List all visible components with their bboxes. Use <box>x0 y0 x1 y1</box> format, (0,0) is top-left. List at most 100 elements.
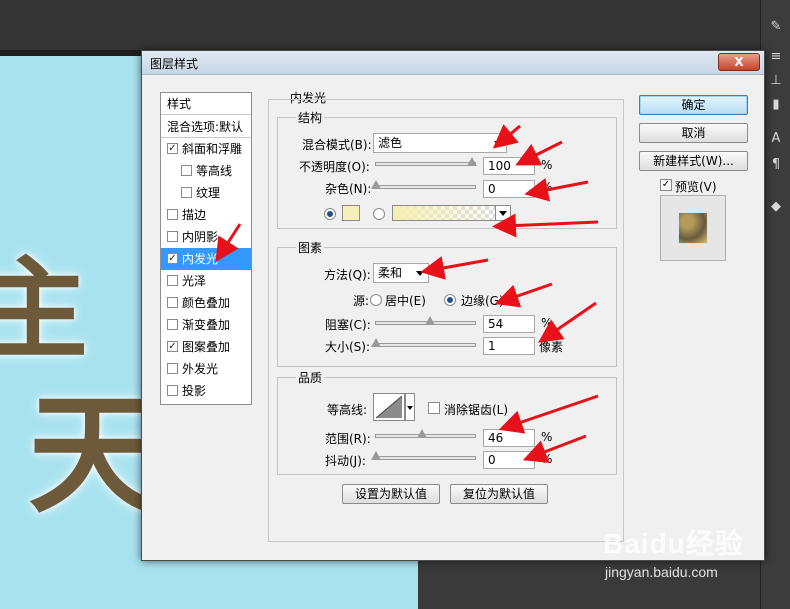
structure-label: 结构 <box>296 109 325 126</box>
style-item-checkbox[interactable] <box>181 165 192 176</box>
dialog-title: 图层样式 <box>150 57 199 71</box>
style-item-label: 等高线 <box>196 164 233 178</box>
range-slider-thumb[interactable] <box>417 429 427 438</box>
style-item[interactable]: ✓ 斜面和浮雕 <box>161 138 251 160</box>
noise-unit: % <box>541 180 553 194</box>
style-item-checkbox[interactable] <box>167 385 178 396</box>
sliders-icon[interactable]: ≡ <box>767 48 785 66</box>
style-item[interactable]: 等高线 <box>161 160 251 182</box>
style-item-label: 斜面和浮雕 <box>182 142 243 156</box>
style-item-label: 内发光 <box>182 252 219 266</box>
antialias-checkbox[interactable] <box>428 402 440 414</box>
style-item-checkbox[interactable] <box>167 363 178 374</box>
preview-checkbox[interactable]: ✓ <box>660 179 672 191</box>
antialias-label: 消除锯齿(L) <box>444 403 509 417</box>
contour-curve-icon <box>375 395 403 419</box>
size-label: 大小(S): <box>325 340 371 354</box>
3d-cube-icon[interactable]: ◆ <box>767 198 785 216</box>
size-slider[interactable] <box>371 338 476 347</box>
cancel-button[interactable]: 取消 <box>639 123 748 143</box>
style-item-checkbox[interactable]: ✓ <box>167 341 178 352</box>
style-item-checkbox[interactable] <box>167 297 178 308</box>
style-item[interactable]: 描边 <box>161 204 251 226</box>
style-item-label: 投影 <box>182 384 207 398</box>
size-slider-thumb[interactable] <box>371 338 381 347</box>
layer-style-dialog: 图层样式 X 样式 混合选项:默认 ✓ 斜面和浮雕等高线纹理描边内阴影 ✓ 内发光光泽… <box>141 50 765 561</box>
dialog-titlebar[interactable]: 图层样式 X <box>142 51 764 75</box>
adjust-icon[interactable]: ⊥ <box>767 72 785 90</box>
style-item-checkbox[interactable] <box>167 209 178 220</box>
solid-color-radio[interactable] <box>324 208 336 220</box>
stamp-icon[interactable]: ▮ <box>767 96 785 114</box>
contour-dropdown[interactable] <box>405 393 415 421</box>
style-item[interactable]: 外发光 <box>161 358 251 380</box>
style-item-checkbox[interactable]: ✓ <box>167 253 178 264</box>
new-style-button[interactable]: 新建样式(W)... <box>639 151 748 171</box>
style-item-label: 外发光 <box>182 362 219 376</box>
styles-header[interactable]: 样式 <box>161 93 251 115</box>
jitter-slider[interactable] <box>371 451 476 460</box>
opacity-unit: % <box>541 158 553 172</box>
glow-color-swatch[interactable] <box>342 205 360 221</box>
style-item-checkbox[interactable]: ✓ <box>167 143 178 154</box>
range-input[interactable]: 46 <box>483 429 535 447</box>
source-center-radio[interactable] <box>370 294 382 306</box>
style-item[interactable]: 内阴影 <box>161 226 251 248</box>
gradient-radio[interactable] <box>373 208 385 220</box>
character-icon[interactable]: A <box>767 130 785 148</box>
opacity-slider[interactable] <box>375 157 477 166</box>
style-item-label: 渐变叠加 <box>182 318 231 332</box>
choke-slider-thumb[interactable] <box>425 316 435 325</box>
quality-label: 品质 <box>296 369 325 386</box>
gradient-dropdown[interactable] <box>495 205 511 221</box>
jitter-label: 抖动(J): <box>325 454 366 468</box>
range-slider[interactable] <box>375 429 476 438</box>
style-item-label: 描边 <box>182 208 207 222</box>
glow-gradient-picker[interactable] <box>392 205 496 221</box>
style-item-label: 光泽 <box>182 274 207 288</box>
noise-input[interactable]: 0 <box>483 180 535 198</box>
style-item[interactable]: ✓ 图案叠加 <box>161 336 251 358</box>
style-item-checkbox[interactable] <box>167 319 178 330</box>
preview-label: 预览(V) <box>675 180 717 194</box>
make-default-button[interactable]: 设置为默认值 <box>342 484 440 504</box>
size-input[interactable]: 1 <box>483 337 535 355</box>
blend-mode-value: 滤色 <box>378 136 403 150</box>
brush-tool-icon[interactable]: ✎ <box>767 18 785 36</box>
watermark-url: jingyan.baidu.com <box>605 564 718 580</box>
style-preview-thumbnail <box>678 212 708 244</box>
blend-mode-label: 混合模式(B): <box>302 138 372 152</box>
style-item-checkbox[interactable] <box>181 187 192 198</box>
opacity-slider-thumb[interactable] <box>467 157 477 166</box>
jitter-unit: % <box>541 452 553 466</box>
style-item-checkbox[interactable] <box>167 275 178 286</box>
choke-input[interactable]: 54 <box>483 315 535 333</box>
jitter-input[interactable]: 0 <box>483 451 535 469</box>
style-item[interactable]: 纹理 <box>161 182 251 204</box>
paragraph-icon[interactable]: ¶ <box>767 156 785 174</box>
choke-slider[interactable] <box>375 316 476 325</box>
style-item-checkbox[interactable] <box>167 231 178 242</box>
elements-label: 图素 <box>296 239 325 256</box>
style-item[interactable]: 投影 <box>161 380 251 402</box>
chevron-down-icon <box>416 271 424 276</box>
ok-button[interactable]: 确定 <box>639 95 748 115</box>
style-item[interactable]: 光泽 <box>161 270 251 292</box>
style-item[interactable]: 渐变叠加 <box>161 314 251 336</box>
noise-slider-thumb[interactable] <box>371 180 381 189</box>
technique-label: 方法(Q): <box>324 268 371 282</box>
source-edge-radio[interactable] <box>444 294 456 306</box>
source-center-label: 居中(E) <box>385 294 426 308</box>
reset-default-button[interactable]: 复位为默认值 <box>450 484 548 504</box>
opacity-input[interactable]: 100 <box>483 157 535 175</box>
style-item[interactable]: 颜色叠加 <box>161 292 251 314</box>
style-item[interactable]: ✓ 内发光 <box>161 248 251 270</box>
jitter-slider-thumb[interactable] <box>371 451 381 460</box>
style-item-label: 图案叠加 <box>182 340 231 354</box>
contour-picker[interactable] <box>373 393 405 421</box>
blend-options-item[interactable]: 混合选项:默认 <box>161 116 251 138</box>
technique-select[interactable]: 柔和 <box>373 263 429 283</box>
close-button[interactable]: X <box>718 53 760 71</box>
noise-slider[interactable] <box>371 180 476 189</box>
blend-mode-select[interactable]: 滤色 <box>373 133 507 153</box>
